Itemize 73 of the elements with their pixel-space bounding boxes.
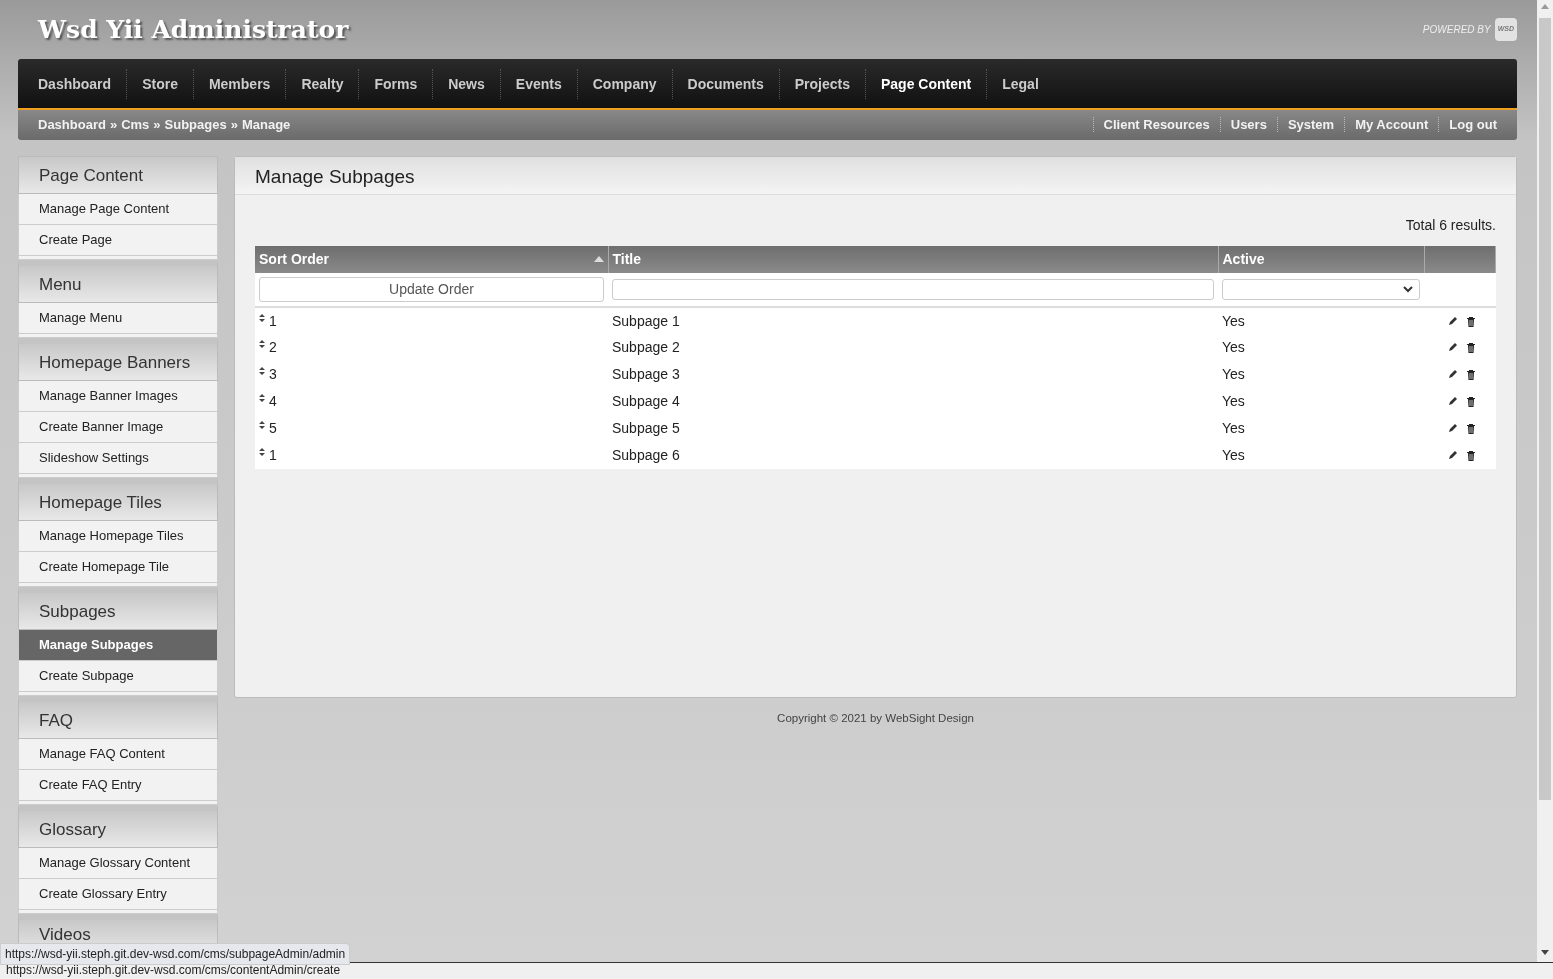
sidebar-item[interactable]: Manage FAQ Content [18,739,218,770]
breadcrumb-link[interactable]: Subpages [164,117,227,133]
column-header[interactable]: Sort Order [255,246,608,273]
nav-link[interactable]: Dashboard [23,68,127,99]
nav-link[interactable]: Projects [778,68,865,99]
nav-link[interactable]: Realty [285,68,359,99]
status-url-text: https://wsd-yii.steph.git.dev-wsd.com/cms/subpageAdmin/admin [0,943,351,965]
powered-by-text: POWERED BY [1422,23,1491,37]
table-cell: Yes [1218,334,1424,361]
sidebar-item[interactable]: Manage Menu [18,303,218,334]
table-cell: Subpage 1 [608,307,1218,334]
table-cell-text: 1 [269,311,277,331]
table-cell-text: 5 [269,419,277,438]
sidebar-item[interactable]: Create Glossary Entry [18,879,218,910]
table-cell: Yes [1218,442,1424,469]
nav-link[interactable]: Documents [671,68,779,99]
results-summary: Total 6 results. [1404,216,1497,235]
sidebar-item[interactable]: Slideshow Settings [18,443,218,474]
update-order-button[interactable]: Update Order [259,277,604,302]
panel-title: Manage Subpages [235,157,1516,195]
sidebar-heading: Menu [18,260,218,303]
copyright-text: Copyright © 2021 by WebSight Design [776,711,975,726]
table-cell: Yes [1218,415,1424,442]
table-cell-text: 3 [269,365,277,384]
breadcrumb-link[interactable]: Dashboard [38,117,106,133]
status-url-text: https://wsd-yii.steph.git.dev-wsd.com/cms/contentAdmin/create [0,962,1553,979]
user-menu-link[interactable]: System [1276,117,1345,133]
sidebar-item[interactable]: Manage Subpages [18,630,218,661]
user-menu-link[interactable]: Log out [1438,117,1507,133]
nav-link[interactable]: Forms [358,68,433,99]
nav-link[interactable]: Events [499,68,577,99]
table-cell: Yes [1218,307,1424,334]
table-cell: Subpage 4 [608,388,1218,415]
sidebar-item[interactable]: Create Page [18,225,218,256]
sidebar-item[interactable]: Create FAQ Entry [18,770,218,801]
nav-link[interactable]: News [432,68,500,99]
table-cell-text: 4 [269,392,277,411]
breadcrumb-separator: » [109,117,118,133]
breadcrumb-separator: » [153,117,161,133]
table-cell-text: 2 [269,338,277,357]
table-cell: Yes [1218,361,1424,388]
sidebar-item[interactable]: Create Banner Image [18,412,218,443]
sidebar-item[interactable]: Manage Homepage Tiles [18,521,218,552]
sidebar-heading: Subpages [18,587,218,630]
table-cell: Subpage 5 [608,415,1218,442]
nav-link[interactable]: Store [126,68,193,99]
site-title: Wsd Yii Administrator [38,13,349,46]
sidebar-item[interactable]: Manage Page Content [18,194,218,225]
nav-link[interactable]: Legal [986,68,1054,99]
sidebar-heading: Homepage Tiles [18,478,218,521]
user-menu-link[interactable]: Client Resources [1092,117,1220,133]
breadcrumb-separator: » [230,117,238,133]
nav-link[interactable]: Company [576,68,672,99]
table-cell-text: 1 [269,446,277,465]
nav-link[interactable]: Members [192,68,286,99]
nav-link[interactable]: Page Content [865,68,987,99]
sidebar-item[interactable]: Manage Banner Images [18,381,218,412]
user-menu-link[interactable]: My Account [1344,117,1439,133]
table-cell: Subpage 3 [608,361,1218,388]
sidebar-heading: Page Content [18,156,218,194]
sidebar-heading: FAQ [18,696,218,739]
sidebar-item[interactable]: Create Subpage [18,661,218,692]
table-cell: Subpage 2 [608,334,1218,361]
table-cell: Subpage 6 [608,442,1218,469]
sidebar-heading: Homepage Banners [18,338,218,381]
user-menu-link[interactable]: Users [1219,117,1277,133]
sidebar-heading: Glossary [18,805,218,848]
column-header[interactable]: Active [1218,246,1424,273]
column-header[interactable]: Title [608,246,1218,273]
breadcrumb-link[interactable]: Cms [121,117,150,133]
sidebar-item[interactable]: Manage Glossary Content [18,848,218,879]
table-cell: Yes [1218,388,1424,415]
sidebar-item[interactable]: Create Homepage Tile [18,552,218,583]
